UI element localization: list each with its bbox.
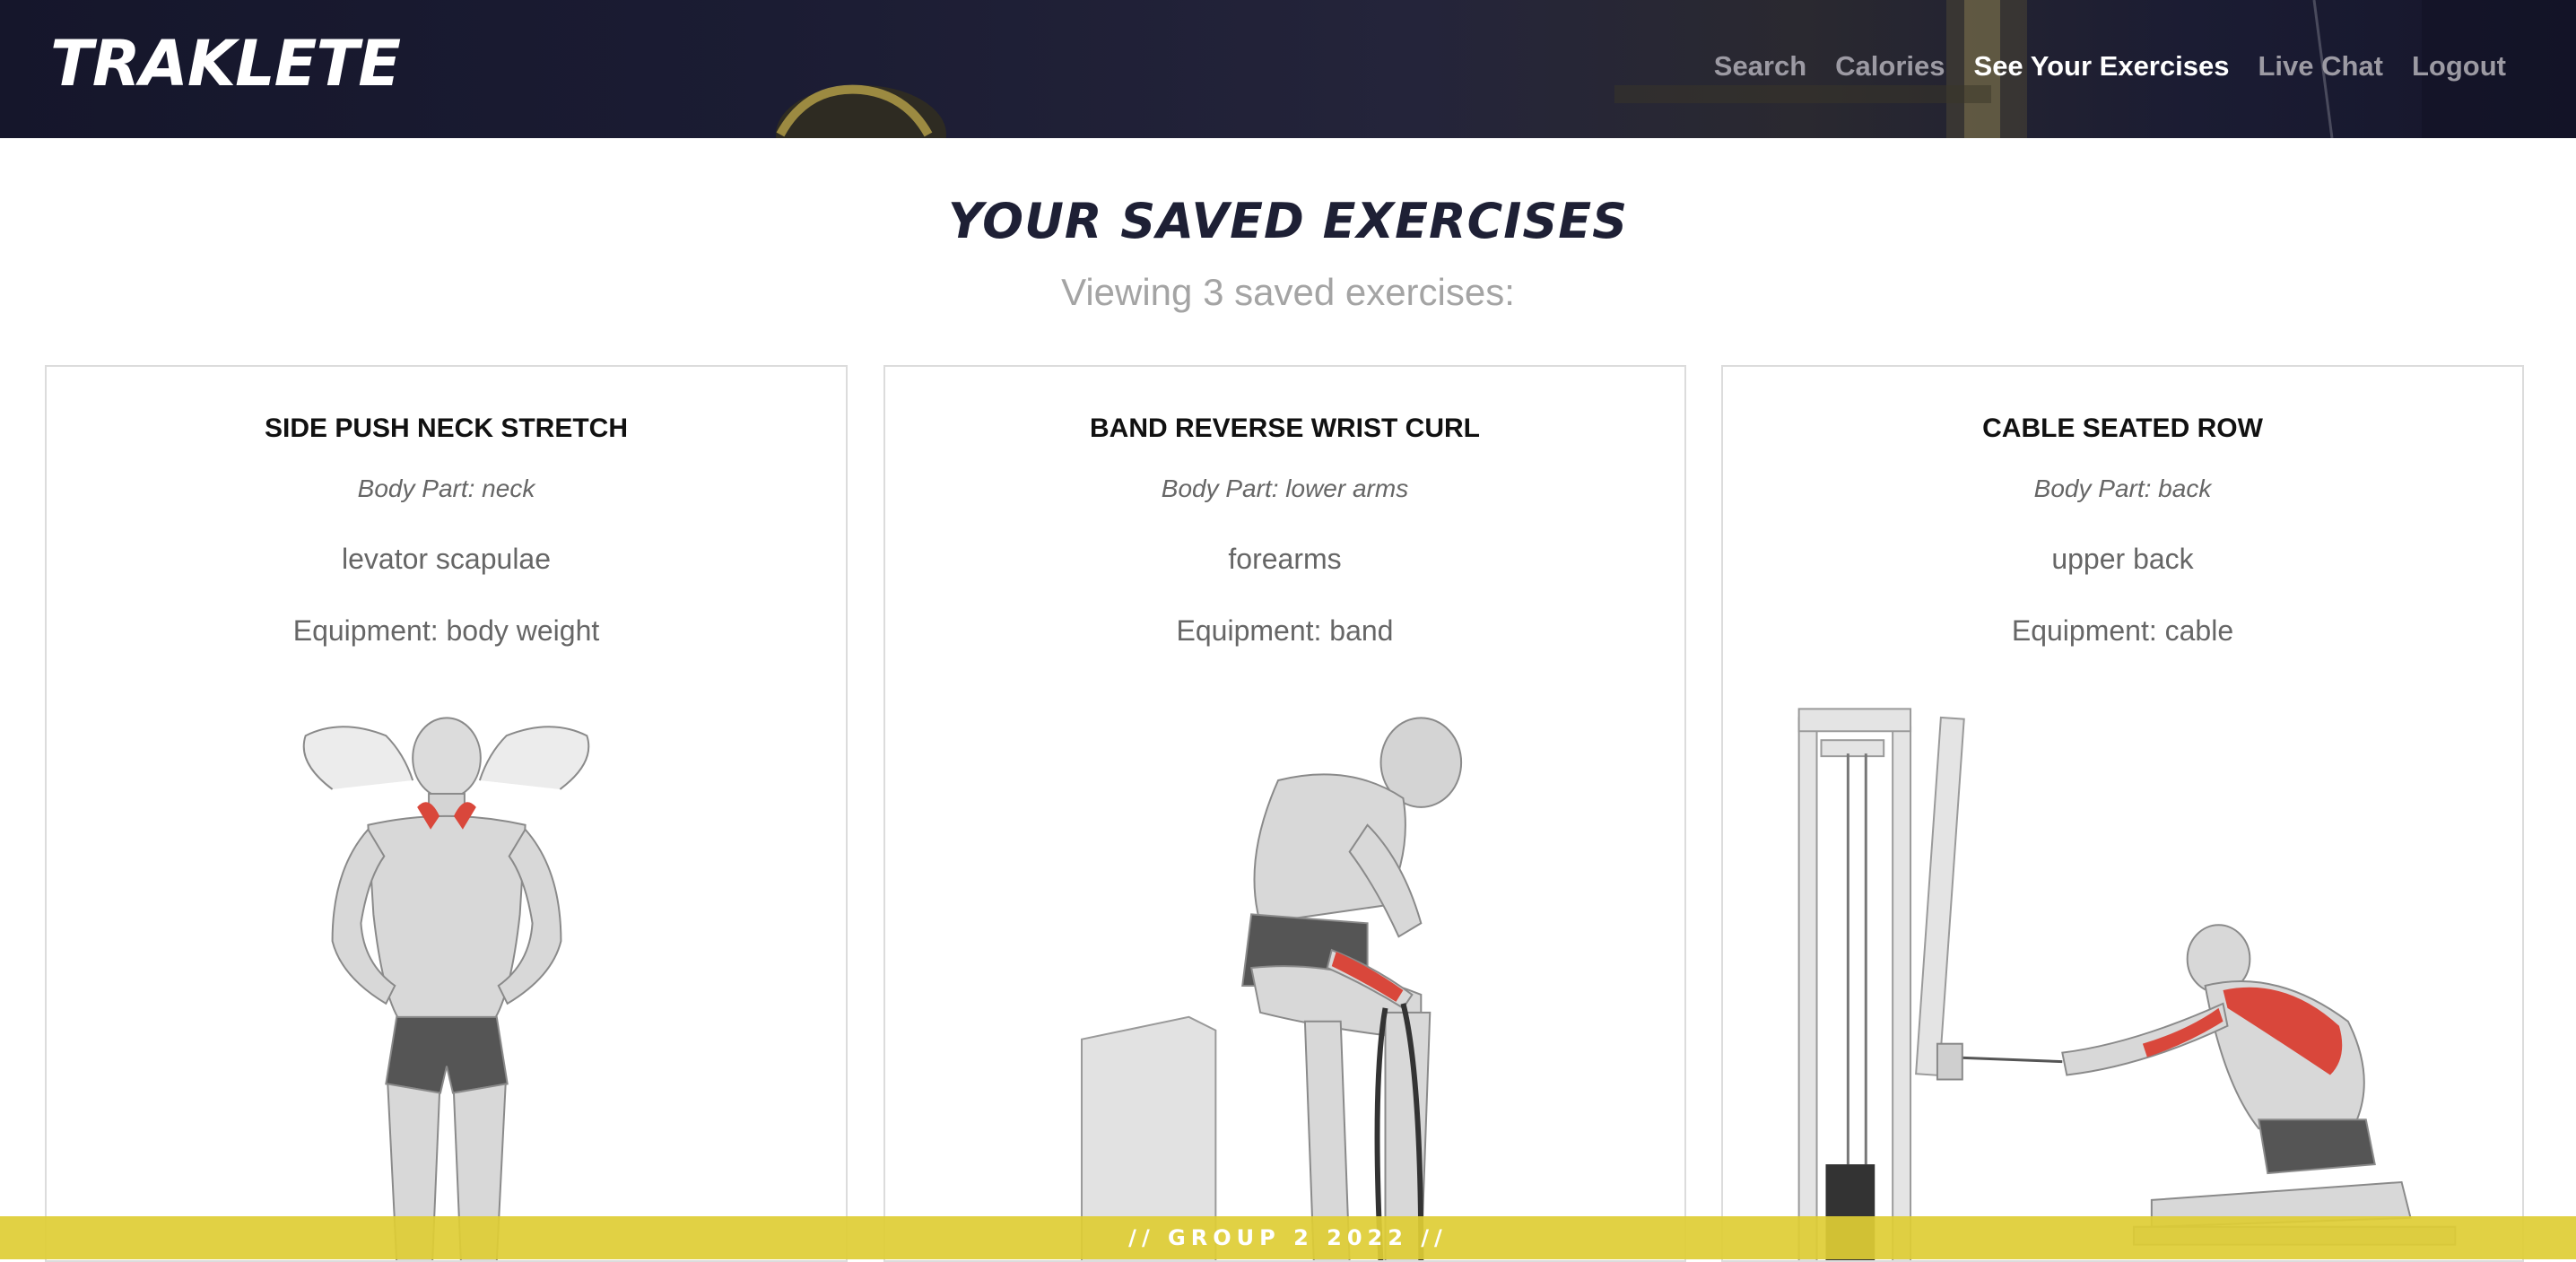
exercise-target-muscle: levator scapulae	[341, 543, 552, 575]
exercise-equipment: Equipment: cable	[2011, 614, 2234, 647]
nav-calories[interactable]: Calories	[1835, 50, 1945, 83]
saved-count-subtitle: Viewing 3 saved exercises:	[1061, 271, 1515, 313]
nav-live-chat[interactable]: Live Chat	[2258, 50, 2383, 83]
exercise-target-muscle: forearms	[1228, 543, 1342, 575]
footer-banner: // GROUP 2 2022 //	[0, 1216, 2576, 1259]
exercise-name: SIDE PUSH NECK STRETCH	[264, 413, 629, 443]
main-nav: Search Calories See Your Exercises Live …	[1714, 50, 2506, 83]
exercise-equipment: Equipment: band	[1176, 614, 1394, 647]
brand-logo[interactable]: TRAKLETE	[50, 27, 401, 100]
exercise-illustration	[1081, 717, 1463, 1260]
exercise-card[interactable]: SIDE PUSH NECK STRETCH Body Part: neck l…	[45, 365, 848, 1262]
exercise-body-part: Body Part: neck	[357, 474, 535, 502]
exercise-target-muscle: upper back	[2051, 543, 2194, 575]
exercise-illustration	[1797, 708, 2457, 1260]
exercise-name: BAND REVERSE WRIST CURL	[1089, 413, 1480, 443]
nav-see-your-exercises[interactable]: See Your Exercises	[1974, 50, 2230, 83]
exercise-card[interactable]: BAND REVERSE WRIST CURL Body Part: lower…	[883, 365, 1686, 1262]
nav-search[interactable]: Search	[1714, 50, 1806, 83]
exercise-body-part: Body Part: lower arms	[1161, 474, 1409, 502]
page-title: YOUR SAVED EXERCISES	[947, 193, 1629, 249]
saved-exercises-grid: SIDE PUSH NECK STRETCH Body Part: neck l…	[45, 365, 2524, 1262]
exercise-equipment: Equipment: body weight	[292, 614, 600, 647]
exercise-name: CABLE SEATED ROW	[1982, 413, 2263, 443]
exercise-illustration	[302, 717, 590, 1260]
top-navbar: TRAKLETE Search Calories See Your Exerci…	[0, 0, 2576, 138]
nav-logout[interactable]: Logout	[2412, 50, 2506, 83]
exercise-card[interactable]: CABLE SEATED ROW Body Part: back upper b…	[1721, 365, 2524, 1262]
exercise-body-part: Body Part: back	[2033, 474, 2212, 502]
